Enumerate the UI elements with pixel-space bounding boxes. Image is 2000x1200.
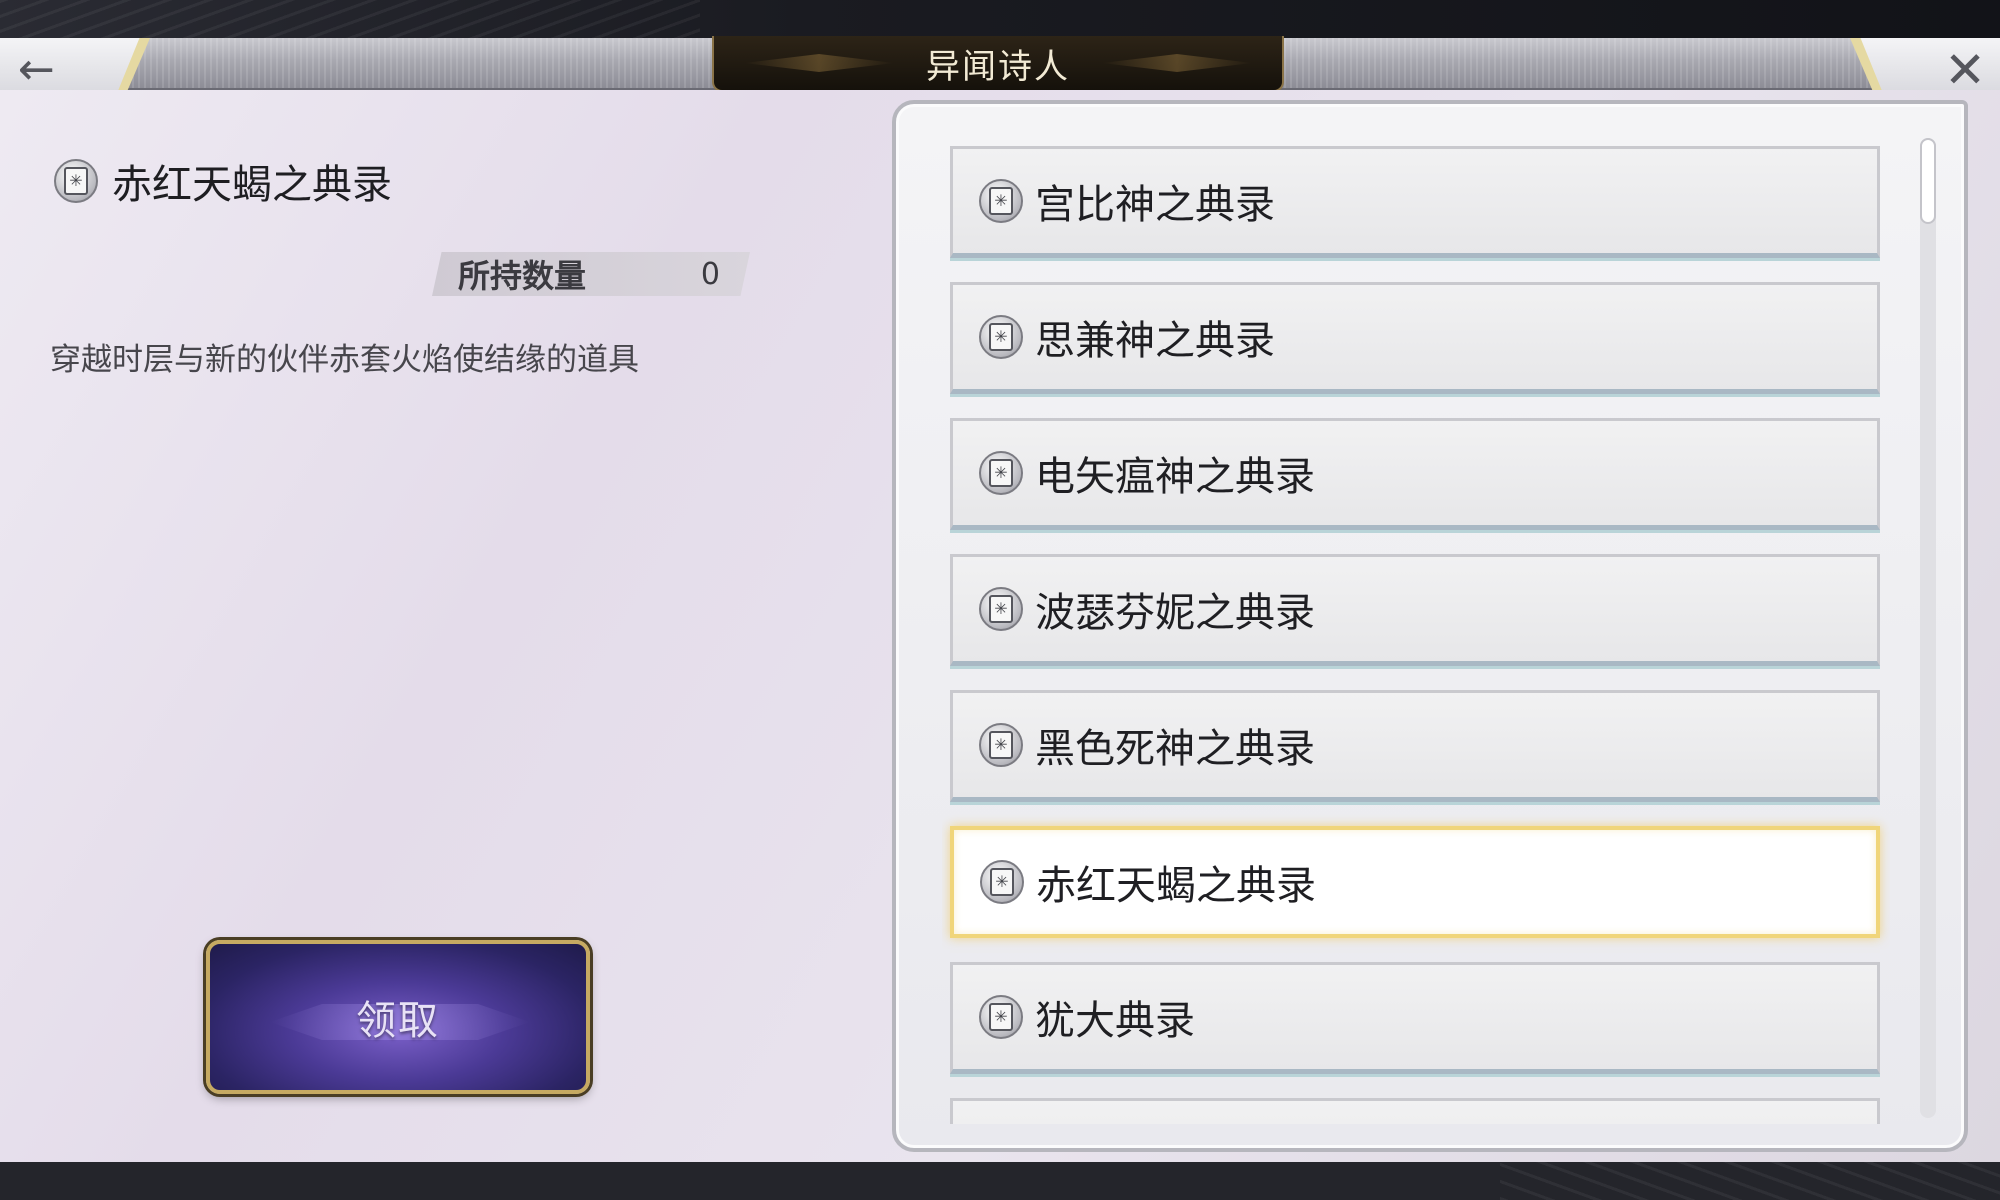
owned-quantity-value: 0 (700, 256, 720, 292)
book-icon: ✳ (979, 995, 1023, 1039)
book-icon: ✳ (979, 315, 1023, 359)
book-icon: ✳ (979, 179, 1023, 223)
list-item[interactable]: ✳ 思兼神之典录 (950, 282, 1880, 394)
list-item[interactable]: ✳ 黑色死神之典录 (950, 690, 1880, 802)
item-list[interactable]: ✳ 宫比神之典录 ✳ 思兼神之典录 ✳ 电矢瘟神之典录 ✳ 波瑟芬妮之典录 ✳ … (942, 140, 1890, 1124)
list-item-label: 宫比神之典录 (1035, 182, 1275, 228)
list-item[interactable]: ✳ 波瑟芬妮之典录 (950, 554, 1880, 666)
bottom-banner (0, 1162, 2000, 1200)
list-item-label: 犹大典录 (1035, 998, 1195, 1044)
list-item-label: 波瑟芬妮之典录 (1035, 590, 1315, 636)
owned-quantity-label: 所持数量 (458, 257, 587, 295)
owned-quantity-box: 所持数量 0 (432, 252, 750, 296)
list-item-selected[interactable]: ✳ 赤红天蝎之典录 (950, 826, 1880, 938)
title-plate: 异闻诗人 (712, 36, 1284, 92)
item-detail-title: 赤红天蝎之典录 (112, 162, 392, 208)
book-icon: ✳ (979, 451, 1023, 495)
list-scrollbar-thumb[interactable] (1920, 138, 1936, 224)
left-arrow-icon: ← (18, 43, 55, 95)
item-description: 穿越时层与新的伙伴赤套火焰使结缘的道具 (50, 342, 639, 378)
claim-button-label: 领取 (356, 998, 440, 1044)
list-item-label: 赤红天蝎之典录 (1036, 863, 1316, 909)
list-item-label: 电矢瘟神之典录 (1035, 454, 1315, 500)
claim-button[interactable]: 领取 (206, 940, 590, 1094)
list-scrollbar-track[interactable] (1920, 138, 1936, 1118)
book-icon: ✳ (980, 860, 1024, 904)
list-item-partial[interactable] (950, 1098, 1880, 1124)
page-title: 异闻诗人 (926, 46, 1070, 87)
list-item[interactable]: ✳ 宫比神之典录 (950, 146, 1880, 258)
book-icon: ✳ (979, 723, 1023, 767)
top-banner (0, 0, 2000, 40)
book-icon: ✳ (979, 587, 1023, 631)
list-item-label: 黑色死神之典录 (1035, 726, 1315, 772)
item-detail-header: ✳ 赤红天蝎之典录 (54, 152, 392, 210)
close-x-icon: ✕ (1944, 40, 1986, 99)
list-item[interactable]: ✳ 犹大典录 (950, 962, 1880, 1074)
list-item[interactable]: ✳ 电矢瘟神之典录 (950, 418, 1880, 530)
book-icon: ✳ (54, 159, 98, 203)
list-item-label: 思兼神之典录 (1035, 318, 1275, 364)
